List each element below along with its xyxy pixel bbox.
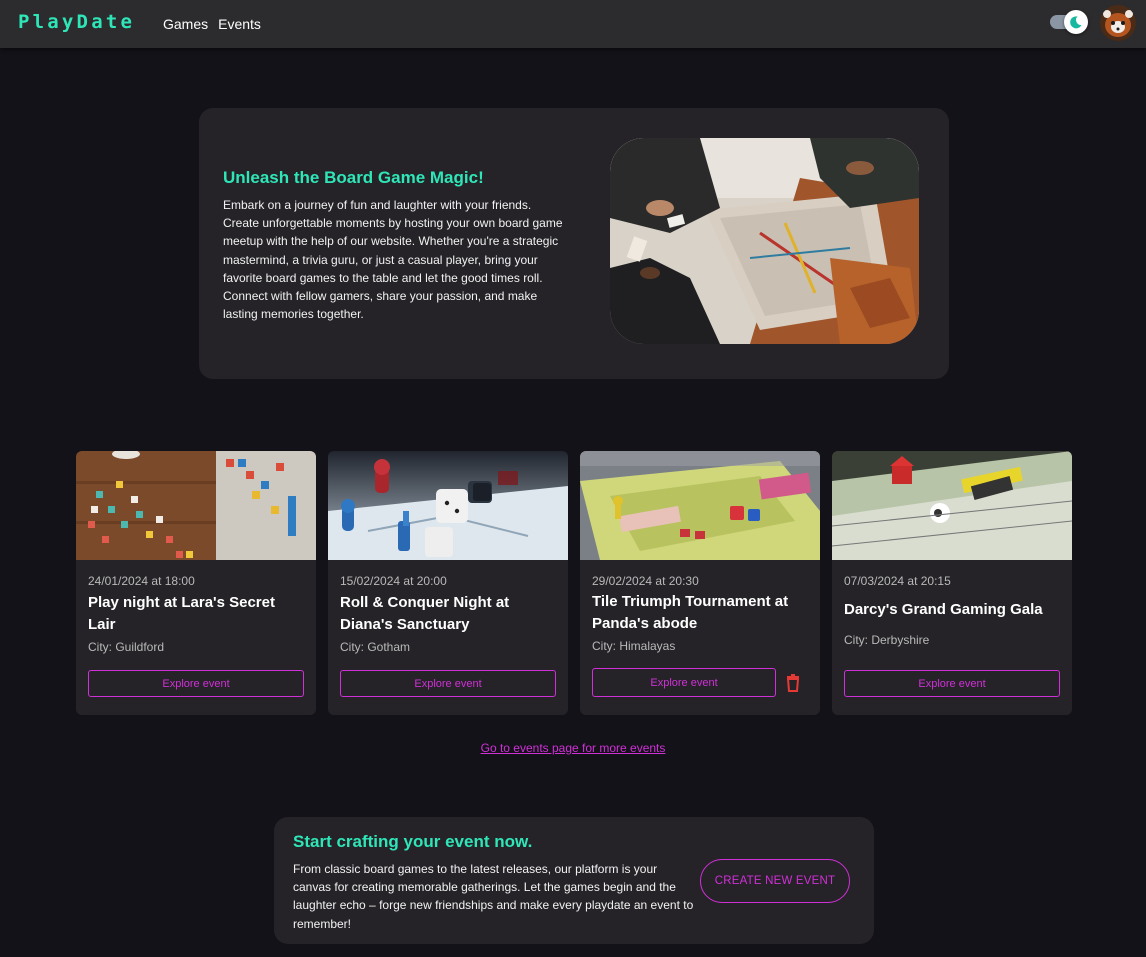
event-city: City: Derbyshire [844, 633, 930, 647]
explore-event-button[interactable]: Explore event [592, 668, 776, 697]
nav-games-link[interactable]: Games [163, 16, 208, 32]
hero-board-game-photo [610, 138, 919, 344]
event-image [832, 451, 1072, 560]
trash-icon [786, 674, 800, 692]
event-city: City: Himalayas [592, 639, 676, 653]
create-new-event-button[interactable]: CREATE NEW EVENT [700, 859, 850, 903]
event-card: 15/02/2024 at 20:00 Roll & Conquer Night… [328, 451, 568, 715]
delete-event-button[interactable] [785, 674, 801, 692]
event-image [76, 451, 316, 560]
event-date: 07/03/2024 at 20:15 [844, 574, 951, 588]
explore-event-button[interactable]: Explore event [844, 670, 1060, 697]
hero-panel: Unleash the Board Game Magic! Embark on … [199, 108, 949, 379]
cta-description: From classic board games to the latest r… [293, 862, 694, 931]
nav-events-link[interactable]: Events [218, 16, 261, 32]
explore-event-button[interactable]: Explore event [88, 670, 304, 697]
event-title: Play night at Lara's Secret Lair [88, 594, 275, 633]
event-card: 07/03/2024 at 20:15 Darcy's Grand Gaming… [832, 451, 1072, 715]
more-events-link[interactable]: Go to events page for more events [0, 741, 1146, 755]
event-card: 29/02/2024 at 20:30 Tile Triumph Tournam… [580, 451, 820, 715]
cta-title: Start crafting your event now. [293, 832, 533, 851]
explore-event-button[interactable]: Explore event [340, 670, 556, 697]
create-event-panel: Start crafting your event now. From clas… [274, 817, 874, 944]
main-nav: Games Events [163, 16, 261, 32]
site-logo[interactable]: PlayDate [18, 11, 135, 33]
hero-description: Embark on a journey of fun and laughter … [223, 198, 563, 322]
event-title: Tile Triumph Tournament at Panda's abode [592, 593, 789, 632]
event-image [580, 451, 820, 560]
event-city: City: Guildford [88, 640, 165, 654]
hero-title: Unleash the Board Game Magic! [223, 168, 484, 187]
event-image [328, 451, 568, 560]
theme-toggle[interactable] [1050, 10, 1088, 34]
user-avatar[interactable] [1100, 5, 1136, 41]
event-date: 24/01/2024 at 18:00 [88, 574, 195, 588]
event-date: 15/02/2024 at 20:00 [340, 574, 447, 588]
moon-icon [1064, 10, 1088, 34]
event-date: 29/02/2024 at 20:30 [592, 574, 699, 588]
top-navbar: PlayDate Games Events [0, 0, 1146, 48]
event-city: City: Gotham [340, 640, 411, 654]
event-title: Darcy's Grand Gaming Gala [844, 601, 1043, 618]
event-card: 24/01/2024 at 18:00 Play night at Lara's… [76, 451, 316, 715]
event-title: Roll & Conquer Night at Diana's Sanctuar… [340, 594, 510, 633]
